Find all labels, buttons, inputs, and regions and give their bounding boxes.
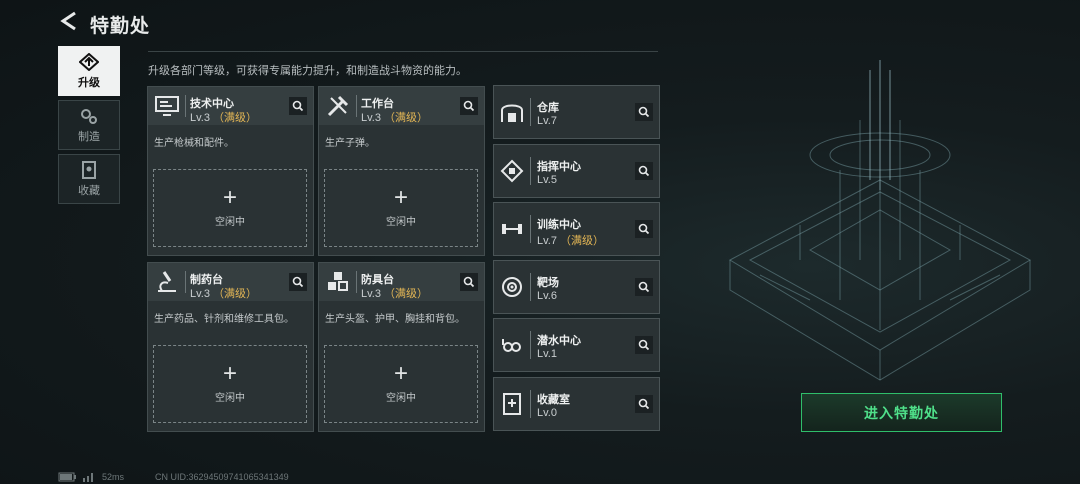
slot-status: 空闲中 bbox=[215, 217, 245, 228]
card-command-center[interactable]: 指挥中心 Lv.5 bbox=[493, 144, 660, 198]
idle-slot[interactable]: + 空闲中 bbox=[324, 345, 478, 423]
separator bbox=[185, 95, 186, 117]
card-name: 指挥中心 bbox=[537, 161, 581, 173]
card-name: 靶场 bbox=[537, 277, 559, 289]
base-wireframe-illustration bbox=[690, 60, 1070, 390]
separator bbox=[530, 331, 531, 359]
card-level: Lv.3 （满级） bbox=[190, 112, 258, 124]
slot-status: 空闲中 bbox=[386, 393, 416, 404]
page-description: 升级各部门等级，可获得专属能力提升，和制造战斗物资的能力。 bbox=[148, 65, 467, 77]
card-shooting-range[interactable]: 靶场 Lv.6 bbox=[493, 260, 660, 314]
card-tech-center[interactable]: 技术中心 Lv.3 （满级） 生产枪械和配件。 + 空闲中 bbox=[147, 86, 314, 256]
search-icon[interactable] bbox=[635, 103, 653, 121]
card-warehouse[interactable]: 仓库 Lv.7 bbox=[493, 85, 660, 139]
card-armor-bench[interactable]: 防具台 Lv.3 （满级） 生产头盔、护甲、胸挂和背包。 + 空闲中 bbox=[318, 262, 485, 432]
separator bbox=[530, 390, 531, 418]
computer-icon bbox=[154, 93, 180, 119]
target-icon bbox=[500, 275, 524, 299]
battery-icon bbox=[58, 472, 78, 482]
separator bbox=[356, 95, 357, 117]
separator bbox=[530, 157, 531, 185]
diving-mask-icon bbox=[500, 333, 524, 357]
gears-icon bbox=[79, 107, 99, 125]
display-case-icon bbox=[500, 392, 524, 416]
max-level-label: （满级） bbox=[560, 235, 605, 247]
slot-status: 空闲中 bbox=[386, 217, 416, 228]
card-name: 仓库 bbox=[537, 102, 559, 114]
separator bbox=[530, 273, 531, 301]
tab-upgrade[interactable]: 升级 bbox=[58, 46, 120, 96]
tab-craft[interactable]: 制造 bbox=[58, 100, 120, 150]
separator bbox=[356, 271, 357, 293]
search-icon[interactable] bbox=[289, 273, 307, 291]
tab-collection-label: 收藏 bbox=[78, 184, 100, 197]
card-level: Lv.0 bbox=[537, 407, 557, 419]
cubes-icon bbox=[325, 269, 351, 295]
max-level-label: （满级） bbox=[384, 112, 429, 124]
card-workbench[interactable]: 工作台 Lv.3 （满级） 生产子弹。 + 空闲中 bbox=[318, 86, 485, 256]
plus-icon: + bbox=[393, 184, 408, 211]
tab-craft-label: 制造 bbox=[78, 130, 100, 143]
card-training-center[interactable]: 训练中心 Lv.7 （满级） bbox=[493, 202, 660, 256]
uid-label: CN UID:3629450974106534134​9 bbox=[155, 472, 289, 482]
card-description: 生产枪械和配件。 bbox=[154, 138, 234, 149]
card-level: Lv.3 （满级） bbox=[361, 288, 429, 300]
card-collection-room[interactable]: 收藏室 Lv.0 bbox=[493, 377, 660, 431]
idle-slot[interactable]: + 空闲中 bbox=[153, 169, 307, 247]
search-icon[interactable] bbox=[635, 220, 653, 238]
search-icon[interactable] bbox=[635, 278, 653, 296]
card-level: Lv.6 bbox=[537, 290, 557, 302]
card-description: 生产药品、针剂和维修工具包。 bbox=[154, 314, 294, 325]
search-icon[interactable] bbox=[635, 395, 653, 413]
plus-icon: + bbox=[222, 360, 237, 387]
card-level: Lv.3 （满级） bbox=[361, 112, 429, 124]
card-name: 收藏室 bbox=[537, 394, 570, 406]
card-level: Lv.3 （满级） bbox=[190, 288, 258, 300]
warehouse-icon bbox=[500, 100, 524, 124]
search-icon[interactable] bbox=[460, 97, 478, 115]
plus-icon: + bbox=[222, 184, 237, 211]
max-level-label: （满级） bbox=[213, 112, 258, 124]
command-icon bbox=[500, 159, 524, 183]
card-diving-center[interactable]: 潜水中心 Lv.1 bbox=[493, 318, 660, 372]
page-title: 特勤处 bbox=[90, 16, 151, 37]
microscope-icon bbox=[154, 269, 180, 295]
enter-special-ops-button[interactable]: 进入特勤处 bbox=[801, 393, 1002, 432]
card-level: Lv.1 bbox=[537, 348, 557, 360]
card-level: Lv.7 bbox=[537, 115, 557, 127]
card-description: 生产子弹。 bbox=[325, 138, 375, 149]
signal-icon bbox=[82, 472, 96, 482]
search-icon[interactable] bbox=[460, 273, 478, 291]
separator bbox=[530, 215, 531, 243]
max-level-label: （满级） bbox=[384, 288, 429, 300]
collection-icon bbox=[80, 160, 98, 179]
tab-collection[interactable]: 收藏 bbox=[58, 154, 120, 204]
upgrade-icon bbox=[79, 52, 99, 71]
separator bbox=[530, 98, 531, 126]
search-icon[interactable] bbox=[635, 336, 653, 354]
back-arrow-icon[interactable] bbox=[58, 10, 80, 32]
slot-status: 空闲中 bbox=[215, 393, 245, 404]
separator bbox=[185, 271, 186, 293]
tools-icon bbox=[325, 93, 351, 119]
search-icon[interactable] bbox=[289, 97, 307, 115]
card-description: 生产头盔、护甲、胸挂和背包。 bbox=[325, 314, 465, 325]
card-name: 潜水中心 bbox=[537, 335, 581, 347]
tab-upgrade-label: 升级 bbox=[78, 76, 100, 89]
ping-value: 52ms bbox=[102, 472, 125, 482]
card-name: 训练中心 bbox=[537, 219, 581, 231]
divider bbox=[148, 51, 658, 52]
idle-slot[interactable]: + 空闲中 bbox=[153, 345, 307, 423]
search-icon[interactable] bbox=[635, 162, 653, 180]
plus-icon: + bbox=[393, 360, 408, 387]
idle-slot[interactable]: + 空闲中 bbox=[324, 169, 478, 247]
card-pharmacy[interactable]: 制药台 Lv.3 （满级） 生产药品、针剂和维修工具包。 + 空闲中 bbox=[147, 262, 314, 432]
max-level-label: （满级） bbox=[213, 288, 258, 300]
dumbbell-icon bbox=[500, 217, 524, 241]
card-level: Lv.7 （满级） bbox=[537, 235, 605, 247]
card-level: Lv.5 bbox=[537, 174, 557, 186]
